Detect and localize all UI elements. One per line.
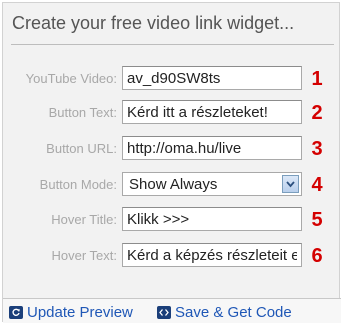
hover-text-input[interactable] [122, 243, 302, 267]
button-mode-row: Button Mode: Show Always 4 [3, 172, 341, 198]
button-url-row: Button URL: 3 [3, 136, 341, 162]
dropdown-arrow-button[interactable] [282, 175, 299, 193]
button-url-input[interactable] [122, 136, 302, 160]
step-number-3: 3 [311, 138, 323, 160]
hover-text-label: Hover Text: [51, 248, 117, 263]
chevron-down-icon [286, 181, 295, 188]
step-number-2: 2 [311, 102, 323, 124]
button-url-label: Button URL: [46, 141, 117, 156]
widget-panel: Create your free video link widget... Yo… [2, 2, 341, 323]
title-divider [11, 44, 334, 45]
button-text-input[interactable] [122, 100, 302, 124]
hover-text-row: Hover Text: 6 [3, 243, 341, 269]
save-get-code-button[interactable]: Save & Get Code [157, 304, 307, 321]
step-number-5: 5 [311, 209, 323, 231]
button-mode-label: Button Mode: [39, 177, 117, 192]
button-mode-value: Show Always [129, 176, 218, 193]
save-get-code-label: Save & Get Code [175, 304, 292, 321]
step-number-1: 1 [311, 68, 323, 90]
youtube-video-input[interactable] [122, 66, 302, 90]
step-number-4: 4 [311, 174, 323, 196]
button-mode-select[interactable]: Show Always [122, 172, 302, 196]
youtube-video-label: YouTube Video: [25, 71, 117, 86]
update-preview-label: Update Preview [27, 304, 133, 321]
hover-title-row: Hover Title: 5 [3, 207, 341, 233]
button-text-label: Button Text: [48, 105, 117, 120]
update-preview-button[interactable]: Update Preview [9, 304, 149, 321]
youtube-video-row: YouTube Video: 1 [3, 66, 341, 92]
step-number-6: 6 [311, 245, 323, 267]
refresh-icon [9, 306, 23, 319]
hover-title-input[interactable] [122, 207, 302, 231]
hover-title-label: Hover Title: [51, 212, 117, 227]
page-title: Create your free video link widget... [12, 13, 295, 33]
code-icon [157, 306, 171, 319]
button-text-row: Button Text: 2 [3, 100, 341, 126]
footer-bar: Update Preview Save & Get Code [3, 299, 341, 323]
